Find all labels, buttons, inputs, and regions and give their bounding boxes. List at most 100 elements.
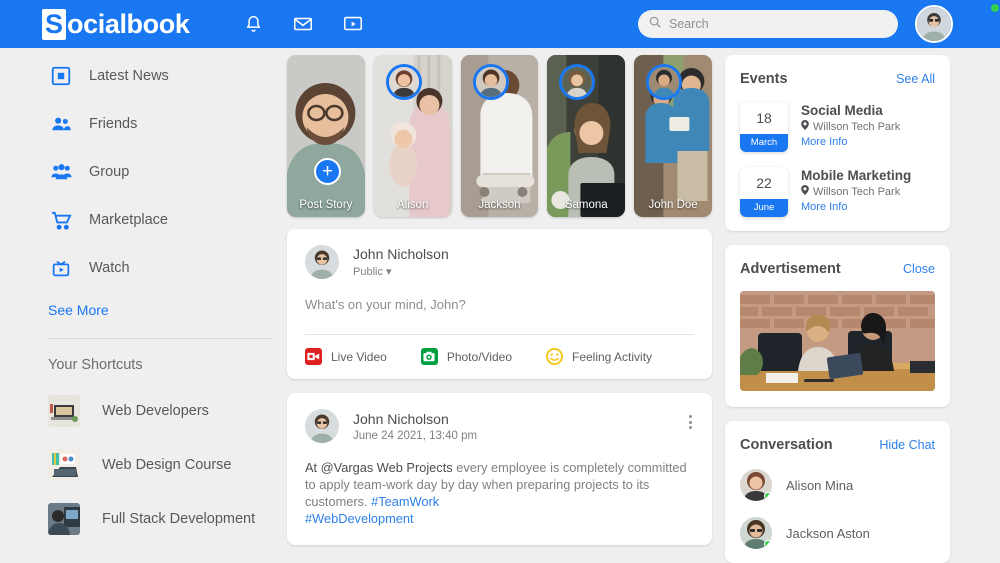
composer-avatar[interactable]	[305, 245, 339, 279]
logo-text: ocialbook	[67, 8, 190, 39]
shortcut-web-developers[interactable]: Web Developers	[48, 395, 276, 427]
hide-chat-link[interactable]: Hide Chat	[879, 438, 935, 452]
story-label: John Doe	[648, 199, 698, 211]
sidebar-item-latest-news[interactable]: Latest News	[48, 60, 276, 92]
shortcut-full-stack-development[interactable]: Full Stack Development	[48, 503, 276, 535]
shortcut-web-design-course[interactable]: Web Design Course	[48, 449, 276, 481]
event-date-badge: 18 March	[740, 102, 788, 152]
composer-input[interactable]: What's on your mind, John?	[305, 297, 694, 312]
avatar[interactable]	[915, 5, 953, 43]
post-header: John Nicholson June 24 2021, 13:40 pm	[305, 409, 694, 443]
sidebar-item-friends[interactable]: Friends	[48, 108, 276, 140]
sidebar-item-label: Marketplace	[89, 212, 168, 228]
post-options-menu-icon[interactable]	[689, 415, 692, 429]
event-more-info-link[interactable]: More Info	[801, 136, 900, 148]
envelope-icon[interactable]	[291, 12, 315, 36]
shortcut-thumbnail	[48, 503, 80, 535]
event-item[interactable]: 18 March Social Media Willson Tech Park …	[740, 102, 935, 152]
contact-name: Jackson Aston	[786, 525, 870, 541]
event-title: Social Media	[801, 103, 883, 118]
shortcuts-heading: Your Shortcuts	[48, 357, 143, 373]
post-mention[interactable]: At @Vargas Web Projects	[305, 460, 453, 475]
photo-video-icon	[420, 348, 438, 365]
post-story-plus-icon[interactable]: +	[314, 158, 341, 185]
advertisement-close-link[interactable]: Close	[903, 262, 935, 276]
live-video-button[interactable]: Live Video	[305, 348, 387, 365]
event-day: 18	[756, 110, 772, 126]
post-timestamp: June 24 2021, 13:40 pm	[353, 429, 478, 442]
sidebar-item-label: Watch	[89, 260, 130, 276]
event-month: March	[740, 134, 788, 152]
photo-video-label: Photo/Video	[446, 349, 512, 364]
story-card-john-doe[interactable]: John Doe	[634, 55, 712, 217]
story-card-samona[interactable]: Samona	[547, 55, 626, 217]
story-label: Jackson	[478, 199, 521, 211]
event-more-info-link[interactable]: More Info	[801, 201, 911, 213]
sidebar-item-group[interactable]: Group	[48, 156, 276, 188]
left-sidebar: Latest News Friends Group Marketplace Wa…	[0, 48, 276, 550]
sidebar-item-label: Group	[89, 164, 130, 180]
avatar-online-indicator	[990, 3, 1000, 13]
event-location-label: Willson Tech Park	[813, 120, 901, 133]
composer-divider	[305, 334, 694, 335]
story-avatar-ring	[472, 64, 509, 100]
advertisement-image[interactable]	[740, 291, 935, 391]
composer-privacy-selector[interactable]: Public ▾	[353, 265, 449, 278]
search-input[interactable]	[669, 17, 888, 31]
sidebar-item-label: Latest News	[89, 68, 169, 84]
search-bar[interactable]	[638, 10, 898, 38]
post-hashtag-teamwork[interactable]: #TeamWork	[371, 494, 439, 509]
events-card: Events See All 18 March Social Media Wil…	[725, 55, 950, 231]
event-location: Willson Tech Park	[801, 120, 900, 133]
events-title: Events	[740, 71, 788, 87]
shortcut-label: Web Developers	[102, 403, 209, 419]
post-author-avatar[interactable]	[305, 409, 339, 443]
search-icon	[648, 15, 662, 34]
group-icon	[48, 159, 74, 185]
story-card-post-story[interactable]: + Post Story	[287, 55, 365, 217]
events-see-all-link[interactable]: See All	[896, 72, 935, 86]
event-item[interactable]: 22 June Mobile Marketing Willson Tech Pa…	[740, 167, 935, 217]
sidebar-item-watch[interactable]: Watch	[48, 252, 276, 284]
composer-header: John Nicholson Public ▾	[305, 245, 694, 279]
conversation-contact[interactable]: Jackson Aston	[740, 517, 935, 549]
location-pin-icon	[801, 120, 809, 133]
video-icon[interactable]	[341, 12, 365, 36]
see-more-link[interactable]: See More	[48, 302, 109, 318]
shortcut-label: Full Stack Development	[102, 511, 256, 527]
advertisement-title: Advertisement	[740, 261, 841, 277]
friends-icon	[48, 111, 74, 137]
sidebar-item-marketplace[interactable]: Marketplace	[48, 204, 276, 236]
feed-post: John Nicholson June 24 2021, 13:40 pm At…	[287, 393, 712, 545]
shortcut-thumbnail	[48, 395, 80, 427]
post-author-name: John Nicholson	[353, 410, 449, 427]
sidebar-divider	[48, 338, 272, 339]
contact-avatar	[740, 469, 772, 501]
story-avatar-ring	[646, 64, 683, 100]
shortcut-thumbnail	[48, 449, 80, 481]
photo-video-button[interactable]: Photo/Video	[420, 348, 512, 365]
sidebar-item-label: Friends	[89, 116, 138, 132]
contact-online-indicator	[764, 492, 772, 500]
events-header: Events See All	[740, 71, 935, 87]
event-info: Mobile Marketing Willson Tech Park More …	[801, 167, 911, 217]
shortcut-label: Web Design Course	[102, 457, 232, 473]
header-icon-group	[241, 12, 365, 36]
bell-icon[interactable]	[241, 12, 265, 36]
feeling-icon	[546, 348, 563, 365]
app-logo[interactable]: S ocialbook	[42, 8, 190, 40]
feeling-activity-button[interactable]: Feeling Activity	[546, 348, 652, 365]
tv-icon	[48, 255, 74, 281]
story-card-alison[interactable]: Alison	[373, 55, 452, 217]
right-sidebar: Events See All 18 March Social Media Wil…	[725, 55, 950, 563]
post-hashtag-webdevelopment[interactable]: #WebDevelopment	[305, 511, 414, 526]
conversation-contact[interactable]: Alison Mina	[740, 469, 935, 501]
story-photo	[287, 55, 365, 217]
main-feed-column: + Post Story Alison Jackson Samona John …	[287, 55, 712, 545]
cart-icon	[48, 207, 74, 233]
conversation-title: Conversation	[740, 437, 833, 453]
post-composer: John Nicholson Public ▾ What's on your m…	[287, 229, 712, 379]
story-label: Post Story	[299, 199, 353, 211]
story-card-jackson[interactable]: Jackson	[460, 55, 539, 217]
composer-actions: Live Video Photo/Video Feeling Activity	[305, 348, 694, 365]
